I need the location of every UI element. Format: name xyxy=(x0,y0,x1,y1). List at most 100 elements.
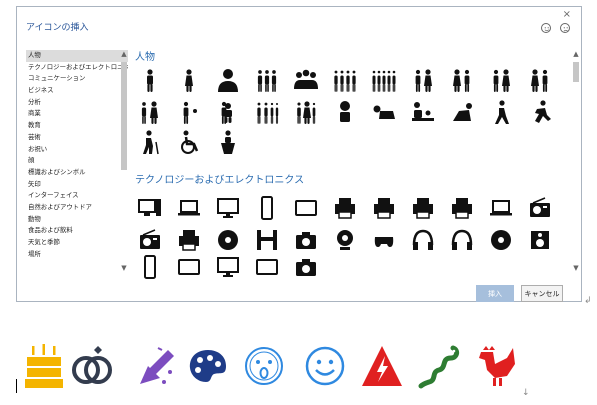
wheelchair-icon[interactable] xyxy=(176,129,202,155)
couple-icon[interactable] xyxy=(449,67,475,93)
category-item[interactable]: 自然およびアウトドア xyxy=(26,202,128,214)
gamepad-icon[interactable] xyxy=(371,227,397,253)
printer-icon[interactable] xyxy=(332,195,358,221)
palette-icon[interactable] xyxy=(186,342,230,390)
headphones-icon[interactable] xyxy=(449,227,475,253)
rings-icon[interactable] xyxy=(70,342,114,390)
category-item[interactable]: 人物 xyxy=(26,50,128,62)
scroll-down-icon[interactable]: ▼ xyxy=(572,264,580,272)
running-icon[interactable] xyxy=(527,99,553,125)
text-cursor xyxy=(16,379,17,393)
cancel-button[interactable]: キャンセル xyxy=(521,285,563,302)
category-item[interactable]: 食品および飲料 xyxy=(26,225,128,237)
category-item[interactable]: 場所 xyxy=(26,249,128,261)
category-item[interactable]: 天気と季節 xyxy=(26,237,128,249)
laptop-icon[interactable] xyxy=(176,195,202,221)
section-title-technology: テクノロジーおよびエレクトロニクス xyxy=(135,175,305,186)
category-scroll-thumb[interactable] xyxy=(121,62,127,170)
parent-child-icon[interactable] xyxy=(176,99,202,125)
icon-scroll-thumb[interactable] xyxy=(573,62,579,82)
scanner-icon[interactable] xyxy=(488,195,514,221)
category-item[interactable]: 分析 xyxy=(26,97,128,109)
rooster-icon[interactable] xyxy=(473,342,517,390)
woman-icon[interactable] xyxy=(176,67,202,93)
webcam-icon[interactable] xyxy=(332,227,358,253)
parent-child-icon[interactable] xyxy=(215,99,241,125)
category-item[interactable]: 顔 xyxy=(26,155,128,167)
dialog-title: アイコンの挿入 xyxy=(26,23,89,33)
floppy-disk-icon[interactable] xyxy=(254,227,280,253)
tablet-icon[interactable] xyxy=(293,195,319,221)
dvd-player-icon[interactable] xyxy=(176,254,202,280)
diaper-change-icon[interactable] xyxy=(410,99,436,125)
category-item[interactable]: 芸術 xyxy=(26,132,128,144)
category-item[interactable]: テクノロジーおよびエレクトロニクス xyxy=(26,62,128,74)
walking-icon[interactable] xyxy=(488,99,514,125)
baby-icon[interactable] xyxy=(332,99,358,125)
scroll-down-icon[interactable]: ▼ xyxy=(120,264,128,272)
scroll-up-icon[interactable]: ▲ xyxy=(120,50,128,58)
earbuds-icon[interactable] xyxy=(410,227,436,253)
group-icon[interactable] xyxy=(254,67,280,93)
person-icon[interactable] xyxy=(137,67,163,93)
category-list: 人物 テクノロジーおよびエレクトロニクス コミュニケーション ビジネス 分析 商… xyxy=(26,50,128,278)
office-printer-icon[interactable] xyxy=(449,195,475,221)
phone-icon[interactable] xyxy=(254,195,280,221)
projector-icon[interactable] xyxy=(293,254,319,280)
close-icon[interactable]: × xyxy=(563,9,571,20)
category-item[interactable]: インターフェイス xyxy=(26,190,128,202)
category-item[interactable]: 動物 xyxy=(26,214,128,226)
family-icon[interactable] xyxy=(254,99,280,125)
icon-scrollbar[interactable]: ▲ ▼ xyxy=(572,50,580,276)
speaker-icon[interactable] xyxy=(527,227,553,253)
fax-icon[interactable] xyxy=(410,195,436,221)
category-item[interactable]: 教育 xyxy=(26,120,128,132)
surprised-face-icon[interactable] xyxy=(242,342,286,390)
cake-icon[interactable] xyxy=(22,342,66,390)
category-item[interactable]: 標識およびシンボル xyxy=(26,167,128,179)
desktop-icon[interactable] xyxy=(137,195,163,221)
scroll-up-icon[interactable]: ▲ xyxy=(572,50,580,58)
couple-icon[interactable] xyxy=(488,67,514,93)
family-icon[interactable] xyxy=(137,99,163,125)
camera-icon[interactable] xyxy=(293,227,319,253)
frown-icon[interactable] xyxy=(560,23,570,33)
category-item[interactable]: コミュニケーション xyxy=(26,73,128,85)
tower-icon[interactable] xyxy=(137,254,163,280)
category-item[interactable]: お祝い xyxy=(26,144,128,156)
monitor-icon[interactable] xyxy=(215,195,241,221)
category-item[interactable]: 矢印 xyxy=(26,179,128,191)
printer-icon[interactable] xyxy=(371,195,397,221)
high-voltage-icon[interactable] xyxy=(360,342,404,390)
couple-icon[interactable] xyxy=(527,67,553,93)
team-icon[interactable] xyxy=(293,67,319,93)
disc-icon[interactable] xyxy=(215,227,241,253)
party-popper-icon[interactable] xyxy=(134,342,178,390)
group-icon[interactable] xyxy=(332,67,358,93)
tv-icon[interactable] xyxy=(254,254,280,280)
family-icon[interactable] xyxy=(293,99,319,125)
radio-icon[interactable] xyxy=(137,227,163,253)
paragraph-mark: ↲ xyxy=(584,296,592,306)
elderly-icon[interactable] xyxy=(137,129,163,155)
category-item[interactable]: ビジネス xyxy=(26,85,128,97)
snake-icon[interactable] xyxy=(417,342,461,390)
tv-icon[interactable] xyxy=(215,254,241,280)
crowd-icon[interactable] xyxy=(371,67,397,93)
router-icon[interactable] xyxy=(527,195,553,221)
insert-button[interactable]: 挿入 xyxy=(476,285,514,302)
crawling-baby-icon[interactable] xyxy=(371,99,397,125)
vinyl-icon[interactable] xyxy=(488,227,514,253)
smiley-icon[interactable] xyxy=(541,23,551,33)
speaker-podium-icon[interactable] xyxy=(215,129,241,155)
category-item[interactable]: 商業 xyxy=(26,108,128,120)
section-title-people: 人物 xyxy=(135,52,155,63)
crawling-person-icon[interactable] xyxy=(449,99,475,125)
typewriter-icon[interactable] xyxy=(176,227,202,253)
couple-icon[interactable] xyxy=(410,67,436,93)
user-icon[interactable] xyxy=(215,67,241,93)
line-end-mark: ↓ xyxy=(522,388,530,398)
insert-icons-dialog: アイコンの挿入 × 人物 テクノロジーおよびエレクトロニクス コミュニケーション… xyxy=(16,6,582,302)
category-scrollbar[interactable]: ▲ ▼ xyxy=(120,50,128,276)
smiley-icon[interactable] xyxy=(303,342,347,390)
